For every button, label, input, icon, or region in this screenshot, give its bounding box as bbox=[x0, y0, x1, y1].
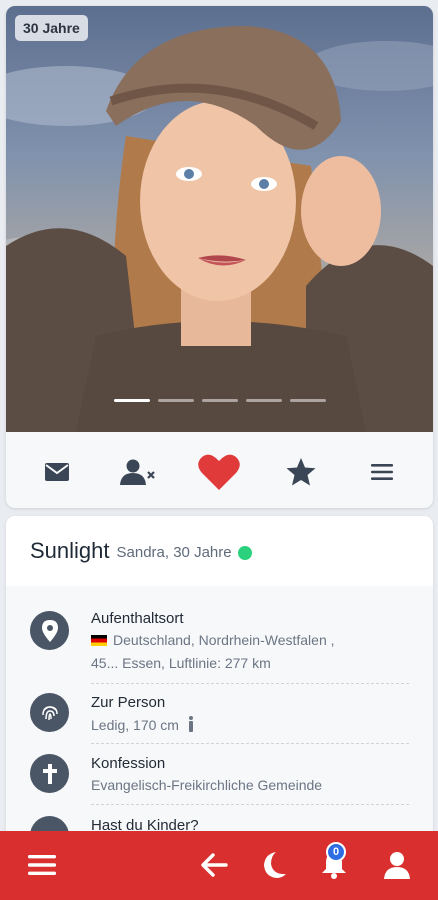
photo-dot-5[interactable] bbox=[290, 399, 326, 402]
notifications-button[interactable]: 0 bbox=[314, 842, 354, 885]
block-user-button[interactable] bbox=[114, 448, 162, 496]
user-x-icon bbox=[120, 459, 155, 485]
back-button[interactable] bbox=[194, 845, 234, 885]
detail-value-confession: Evangelisch-Freikirchliche Gemeinde bbox=[91, 777, 323, 793]
age-badge: 30 Jahre bbox=[15, 15, 88, 41]
detail-label-location: Aufenthaltsort bbox=[91, 610, 184, 627]
detail-value-location-line1: Deutschland, Nordrhein-Westfalen , bbox=[91, 632, 335, 648]
photo-dot-4[interactable] bbox=[246, 399, 282, 402]
detail-label-confession: Konfession bbox=[91, 755, 166, 772]
divider bbox=[91, 683, 409, 684]
moon-icon bbox=[264, 852, 286, 878]
message-button[interactable] bbox=[33, 448, 81, 496]
germany-flag-icon bbox=[91, 635, 107, 646]
profile-button[interactable] bbox=[377, 845, 417, 885]
more-menu-button[interactable] bbox=[358, 448, 406, 496]
dark-mode-toggle[interactable] bbox=[253, 845, 293, 885]
online-status-indicator bbox=[237, 545, 252, 560]
main-menu-button[interactable] bbox=[22, 845, 62, 885]
username: Sunlight bbox=[30, 538, 110, 563]
photo-dot-1[interactable] bbox=[114, 399, 150, 402]
profile-info-card: Sunlight Sandra, 30 Jahre Aufenthaltsort… bbox=[6, 516, 433, 846]
detail-label-person: Zur Person bbox=[91, 694, 166, 711]
hamburger-icon bbox=[371, 464, 394, 480]
star-icon bbox=[286, 458, 316, 486]
divider bbox=[91, 804, 409, 805]
profile-photo-image bbox=[6, 26, 433, 432]
photo-dot-3[interactable] bbox=[202, 399, 238, 402]
hamburger-icon bbox=[28, 855, 56, 875]
person-standing-icon bbox=[188, 716, 193, 732]
notification-count-badge: 0 bbox=[326, 842, 346, 862]
detail-value-location-line2: 45... Essen, Luftlinie: 277 km bbox=[91, 655, 271, 671]
photo-pagination bbox=[114, 399, 326, 402]
arrow-left-icon bbox=[201, 853, 228, 877]
divider bbox=[91, 743, 409, 744]
action-bar bbox=[6, 436, 433, 508]
cross-icon bbox=[30, 754, 69, 793]
profile-details-list: Aufenthaltsort Deutschland, Nordrhein-We… bbox=[6, 586, 433, 846]
like-button[interactable] bbox=[195, 448, 243, 496]
favorite-button[interactable] bbox=[277, 448, 325, 496]
user-icon bbox=[384, 852, 410, 879]
profile-card: 30 Jahre bbox=[6, 6, 433, 508]
envelope-icon bbox=[44, 463, 69, 481]
fingerprint-icon bbox=[30, 693, 69, 732]
profile-photo[interactable]: 30 Jahre bbox=[6, 6, 433, 432]
bottom-navigation-bar: 0 bbox=[0, 831, 438, 900]
photo-dot-2[interactable] bbox=[158, 399, 194, 402]
profile-title-row: Sunlight Sandra, 30 Jahre bbox=[6, 516, 433, 586]
map-pin-icon bbox=[30, 611, 69, 650]
profile-subtitle: Sandra, 30 Jahre bbox=[116, 544, 232, 561]
detail-value-person: Ledig, 170 cm bbox=[91, 716, 195, 733]
heart-icon bbox=[198, 454, 241, 490]
